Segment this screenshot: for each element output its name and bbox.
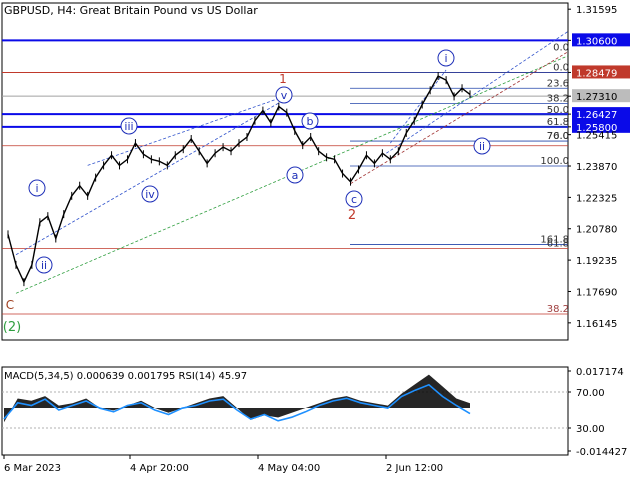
price-axis-label: 1.23870 xyxy=(576,162,617,173)
time-axis-label: 6 Mar 2023 xyxy=(4,463,61,474)
pivot-label: 2 xyxy=(348,208,356,223)
indicator-title: MACD(5,34,5) 0.000639 0.001795 RSI(14) 4… xyxy=(4,371,247,382)
fib-label: 0.0 xyxy=(553,62,569,73)
pivot-label: C xyxy=(6,298,14,312)
price-axis-label: 1.17690 xyxy=(576,287,617,298)
indicator-axis-label: 70.00 xyxy=(576,388,605,399)
price-axis-label: 1.28479 xyxy=(576,68,617,79)
fib-label: 0.0 xyxy=(553,42,569,53)
fib-label: 50.0 xyxy=(547,105,569,116)
wave-label: v xyxy=(281,89,288,102)
price-axis-label: 1.16145 xyxy=(576,319,617,330)
wave-label: i xyxy=(444,52,447,65)
fib-label: 100.0 xyxy=(540,156,569,167)
price-axis-label: 1.31595 xyxy=(576,5,617,16)
price-axis-label: 1.27310 xyxy=(576,92,617,103)
fib-label: 23.6 xyxy=(547,78,569,89)
gbpusd-chart: 0.0 23.6 38.2 50.0 61.8 76.0 100.0 161.8 70.0 0.0… xyxy=(0,0,640,480)
fib-label: 61.8 xyxy=(547,117,569,128)
pivot-label: 1 xyxy=(279,72,287,86)
wave-label: iii xyxy=(124,120,133,133)
wave-label: c xyxy=(351,193,357,206)
indicator-axis-label: 30.00 xyxy=(576,424,605,435)
fib-label: 38.2 xyxy=(547,93,569,104)
indicator-axis-label: 0.017174 xyxy=(576,367,624,378)
time-axis-label: 2 Jun 12:00 xyxy=(386,463,443,474)
wave-label: i xyxy=(35,182,38,195)
time-axis-label: 4 May 04:00 xyxy=(258,463,320,474)
price-axis-label: 1.20780 xyxy=(576,225,617,236)
wave-label: b xyxy=(307,115,314,128)
wave-label: iv xyxy=(145,188,155,201)
chart-svg: 0.023.638.250.061.876.0100.0161.870.00.0… xyxy=(0,0,640,480)
fib-label: 61.8 xyxy=(547,239,569,250)
wave-label: ii xyxy=(479,140,485,153)
pivot-label: (2) xyxy=(3,320,21,335)
price-axis-label: 1.19235 xyxy=(576,256,617,267)
wave-label: ii xyxy=(41,259,47,272)
time-axis-label: 4 Apr 20:00 xyxy=(130,463,189,474)
price-axis-label: 1.25415 xyxy=(576,131,617,142)
wave-label: a xyxy=(292,169,299,182)
fib-label: 70.0 xyxy=(547,131,569,142)
indicator-axis-label: -0.014427 xyxy=(576,447,627,458)
price-axis-label: 1.26427 xyxy=(576,110,617,121)
price-axis-label: 1.30600 xyxy=(576,36,617,47)
price-axis-label: 1.22325 xyxy=(576,193,617,204)
chart-title: GBPUSD, H4: Great Britain Pound vs US Do… xyxy=(4,4,258,17)
fib-lower-label: 38.2 xyxy=(547,304,569,315)
